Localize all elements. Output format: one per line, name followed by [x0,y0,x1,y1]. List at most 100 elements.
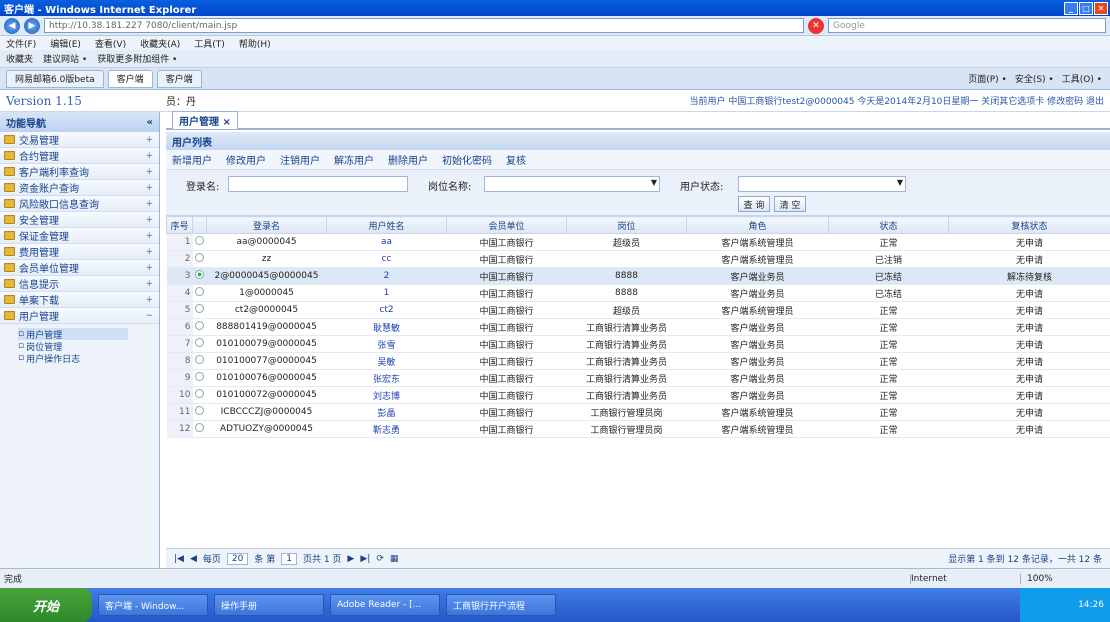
fav-item-2[interactable]: 获取更多附加组件 • [97,52,177,65]
table-row[interactable]: 4 1@0000045 1 中国工商银行 8888 客户端业务员 已冻结 无申请 [166,284,1110,302]
table-row[interactable]: 9 010100076@0000045 张宏东 中国工商银行 工商银行清算业务员 客户端业… [166,369,1110,387]
row-select[interactable] [192,386,207,404]
row-radio[interactable] [195,372,204,381]
user-status-select[interactable]: ▼ [738,176,906,192]
expand-icon[interactable]: + [145,231,153,241]
column-header[interactable] [192,216,207,234]
search-input[interactable]: Google [828,18,1106,33]
page-input[interactable]: 1 [281,552,297,565]
menu-item-3[interactable]: 收藏夹(A) [140,37,180,50]
last-page-icon[interactable]: ▶| [360,554,370,564]
sidebar-item[interactable]: 会员单位管理 + [0,260,159,276]
query-button[interactable]: 查 询 [738,196,770,212]
expand-icon[interactable]: + [145,263,153,273]
toolbar-button-0[interactable]: 新增用户 [172,152,212,167]
row-select[interactable] [192,301,207,319]
user-info[interactable]: 当前用户 中国工商银行test2@0000045 今天是2014年2月10日星期… [690,94,1104,107]
fav-item-0[interactable]: 收藏夹 [6,52,33,65]
sidebar-item[interactable]: 客户端利率查询 + [0,164,159,180]
stop-icon[interactable]: ✕ [808,17,824,34]
column-header[interactable]: 复核状态 [948,216,1110,234]
row-radio[interactable] [195,253,204,262]
browser-tab-1[interactable]: 客户端 [107,69,153,88]
clear-button[interactable]: 清 空 [774,196,806,212]
row-radio[interactable] [195,355,204,364]
row-radio[interactable] [195,406,204,415]
menu-item-0[interactable]: 文件(F) [6,37,36,50]
back-icon[interactable]: ◀ [4,17,20,34]
refresh-icon[interactable]: ⟳ [376,554,384,564]
browser-tab-2[interactable]: 客户端 [156,69,202,88]
row-select[interactable] [192,369,207,387]
taskbar-item[interactable]: 工商银行开户流程 [446,594,556,616]
row-radio[interactable] [195,423,204,432]
table-row[interactable]: 6 888801419@0000045 耿慧敏 中国工商银行 工商银行清算业务员 客户端业… [166,318,1110,336]
row-select[interactable] [192,267,207,285]
row-select[interactable] [192,250,207,268]
address-input[interactable]: http://10.38.181.227 7080/client/main.js… [44,18,804,33]
menu-item-5[interactable]: 帮助(H) [239,37,271,50]
row-select[interactable] [192,284,207,302]
toolbar-button-1[interactable]: 修改用户 [226,152,266,167]
sidebar-item[interactable]: 单案下载 + [0,292,159,308]
tab-user-management[interactable]: 用户管理 × [172,110,238,130]
row-select[interactable] [192,318,207,336]
forward-icon[interactable]: ▶ [24,17,40,34]
expand-icon[interactable]: + [145,199,153,209]
row-select[interactable] [192,352,207,370]
sidebar-item[interactable]: 保证金管理 + [0,228,159,244]
row-select[interactable] [192,335,207,353]
column-header[interactable]: 状态 [828,216,949,234]
column-header[interactable]: 序号 [166,216,193,234]
sidebar-subitem[interactable]: ▫ 岗位管理 [18,340,159,353]
ie-tool-1[interactable]: 安全(S) • [1015,72,1054,85]
login-name-input[interactable] [228,176,408,192]
post-name-select[interactable]: ▼ [484,176,660,192]
ie-tool-0[interactable]: 页面(P) • [968,72,1007,85]
expand-icon[interactable]: + [145,183,153,193]
row-radio[interactable] [195,236,204,245]
expand-icon[interactable]: + [145,247,153,257]
toolbar-button-5[interactable]: 初始化密码 [442,152,492,167]
zoom-level[interactable]: 100% [1020,573,1110,584]
table-row[interactable]: 7 010100079@0000045 张雪 中国工商银行 工商银行清算业务员 客户端业务… [166,335,1110,353]
row-radio[interactable] [195,338,204,347]
table-row[interactable]: 8 010100077@0000045 吴敏 中国工商银行 工商银行清算业务员 客户端业务… [166,352,1110,370]
toolbar-button-3[interactable]: 解冻用户 [334,152,374,167]
sidebar-item[interactable]: 信息提示 + [0,276,159,292]
start-button[interactable]: 开始 [0,588,92,622]
column-header[interactable]: 用户姓名 [326,216,447,234]
expand-icon[interactable]: + [145,151,153,161]
sidebar-item[interactable]: 合约管理 + [0,148,159,164]
expand-icon[interactable]: + [145,135,153,145]
sidebar-item[interactable]: 交易管理 + [0,132,159,148]
menu-item-2[interactable]: 查看(V) [95,37,126,50]
table-row[interactable]: 11 ICBCCCZJ@0000045 彭晶 中国工商银行 工商银行管理员岗 客户端系统管… [166,403,1110,421]
column-header[interactable]: 岗位 [566,216,687,234]
column-header[interactable]: 会员单位 [446,216,567,234]
sidebar-item[interactable]: 费用管理 + [0,244,159,260]
row-select[interactable] [192,420,207,438]
sidebar-item[interactable]: 风险敞口信息查询 + [0,196,159,212]
row-select[interactable] [192,233,207,251]
toolbar-button-2[interactable]: 注销用户 [280,152,320,167]
table-row[interactable]: 2 zz cc 中国工商银行 客户端系统管理员 已注销 无申请 [166,250,1110,268]
menu-item-4[interactable]: 工具(T) [194,37,225,50]
close-button[interactable]: ✕ [1094,1,1108,15]
next-page-icon[interactable]: ▶ [347,554,354,564]
prev-page-icon[interactable]: ◀ [190,554,197,564]
sidebar-subitem[interactable]: ▫ 用户管理 [18,328,128,341]
taskbar-item[interactable]: 操作手册 [214,594,324,616]
table-row[interactable]: 5 ct2@0000045 ct2 中国工商银行 超级员 客户端系统管理员 正常 无申请 [166,301,1110,319]
collapse-icon[interactable]: « [147,117,153,128]
sidebar-item[interactable]: 用户管理 − [0,308,159,324]
row-radio[interactable] [195,270,204,279]
first-page-icon[interactable]: |◀ [174,554,184,564]
page-size-input[interactable]: 20 [226,552,249,565]
row-radio[interactable] [195,389,204,398]
expand-icon[interactable]: + [145,279,153,289]
sidebar-subitem[interactable]: ▫ 用户操作日志 [18,352,159,365]
table-row[interactable]: 1 aa@0000045 aa 中国工商银行 超级员 客户端系统管理员 正常 无申请 [166,233,1110,251]
browser-tab-0[interactable]: 网易邮箱6.0版beta [6,69,104,88]
row-radio[interactable] [195,321,204,330]
